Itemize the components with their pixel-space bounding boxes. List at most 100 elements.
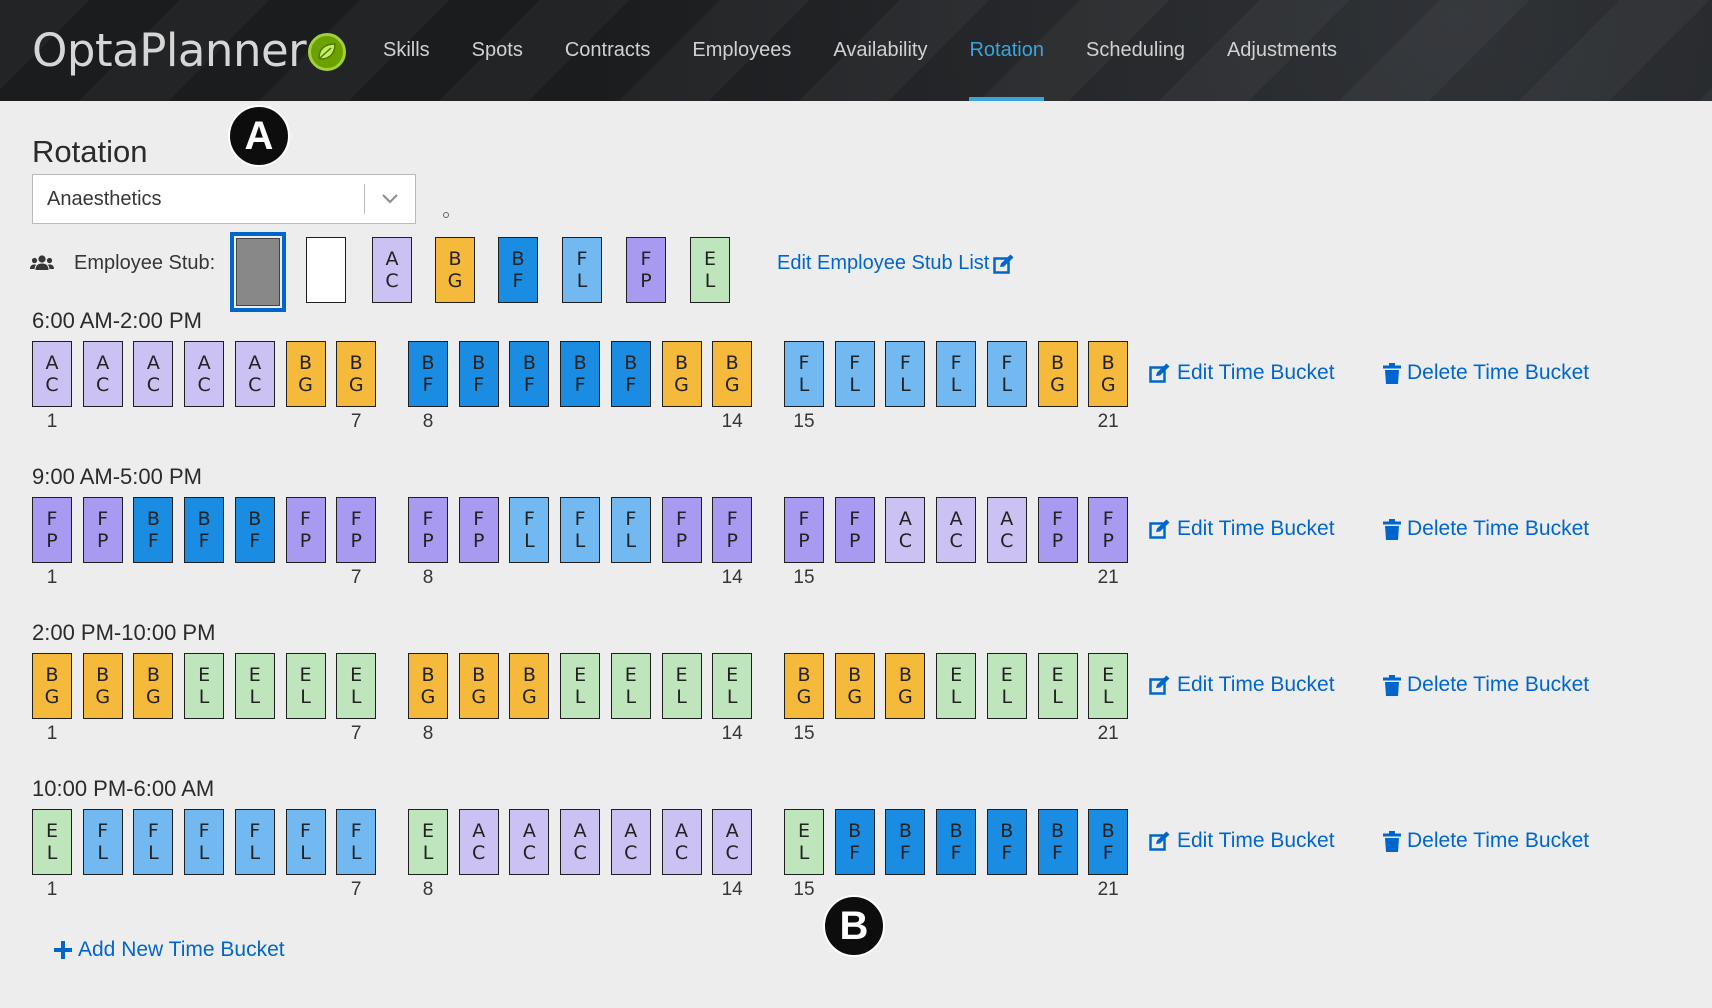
shift-chip[interactable]: AC <box>986 497 1027 563</box>
shift-chip[interactable]: BF <box>986 809 1027 875</box>
shift-chip[interactable]: BG <box>784 653 824 719</box>
shift-chip[interactable]: EL <box>336 653 377 719</box>
shift-chip[interactable]: BF <box>234 497 275 563</box>
employee-stub-chip[interactable]: FL <box>562 237 602 303</box>
shift-chip[interactable]: BG <box>285 341 326 407</box>
edit-employee-stub-list-link[interactable]: Edit Employee Stub List <box>777 252 1015 275</box>
shift-chip[interactable]: AC <box>560 809 601 875</box>
optaplanner-logo[interactable]: OptaPlanner <box>32 24 347 77</box>
spot-select[interactable]: Anaesthetics <box>32 174 416 224</box>
shift-chip[interactable]: EL <box>712 653 753 719</box>
shift-chip[interactable]: BG <box>458 653 499 719</box>
shift-chip[interactable]: BF <box>133 497 174 563</box>
shift-chip[interactable]: FL <box>509 497 550 563</box>
delete-time-bucket-button[interactable]: Delete Time Bucket <box>1383 829 1589 853</box>
shift-chip[interactable]: AC <box>885 497 926 563</box>
shift-chip[interactable]: BG <box>1088 341 1129 407</box>
shift-chip[interactable]: BF <box>1088 809 1129 875</box>
delete-time-bucket-button[interactable]: Delete Time Bucket <box>1383 673 1589 697</box>
employee-stub-chip[interactable]: FP <box>626 237 666 303</box>
shift-chip[interactable]: FP <box>784 497 824 563</box>
shift-chip[interactable]: EL <box>184 653 225 719</box>
shift-chip[interactable]: BG <box>32 653 72 719</box>
shift-chip[interactable]: EL <box>784 809 824 875</box>
shift-chip[interactable]: BF <box>509 341 550 407</box>
add-new-time-bucket-button[interactable]: Add New Time Bucket <box>54 938 285 962</box>
delete-time-bucket-button[interactable]: Delete Time Bucket <box>1383 517 1589 541</box>
shift-chip[interactable]: FL <box>133 809 174 875</box>
shift-chip[interactable]: FL <box>610 497 651 563</box>
shift-chip[interactable]: EL <box>1037 653 1078 719</box>
shift-chip[interactable]: BF <box>408 341 448 407</box>
employee-stub-chip[interactable] <box>306 237 346 303</box>
shift-chip[interactable]: AC <box>509 809 550 875</box>
shift-chip[interactable]: AC <box>82 341 123 407</box>
shift-chip[interactable]: FL <box>834 341 875 407</box>
shift-chip[interactable]: FP <box>32 497 72 563</box>
shift-chip[interactable]: BF <box>936 809 977 875</box>
shift-chip[interactable]: AC <box>184 341 225 407</box>
employee-stub-chip[interactable]: AC <box>372 237 412 303</box>
shift-chip[interactable]: AC <box>234 341 275 407</box>
employee-stub-chip[interactable]: BG <box>435 237 475 303</box>
nav-item-contracts[interactable]: Contracts <box>544 0 672 101</box>
edit-time-bucket-button[interactable]: Edit Time Bucket <box>1149 829 1335 853</box>
shift-chip[interactable]: AC <box>712 809 753 875</box>
shift-chip[interactable]: AC <box>458 809 499 875</box>
shift-chip[interactable]: FP <box>661 497 702 563</box>
shift-chip[interactable]: FP <box>408 497 448 563</box>
shift-chip[interactable]: BG <box>834 653 875 719</box>
shift-chip[interactable]: AC <box>32 341 72 407</box>
shift-chip[interactable]: BG <box>133 653 174 719</box>
shift-chip[interactable]: FL <box>936 341 977 407</box>
shift-chip[interactable]: EL <box>936 653 977 719</box>
nav-item-adjustments[interactable]: Adjustments <box>1206 0 1358 101</box>
shift-chip[interactable]: BF <box>560 341 601 407</box>
shift-chip[interactable]: FP <box>1037 497 1078 563</box>
shift-chip[interactable]: FL <box>184 809 225 875</box>
shift-chip[interactable]: FL <box>285 809 326 875</box>
shift-chip[interactable]: FP <box>834 497 875 563</box>
shift-chip[interactable]: EL <box>661 653 702 719</box>
shift-chip[interactable]: FL <box>986 341 1027 407</box>
nav-item-rotation[interactable]: Rotation <box>948 0 1065 101</box>
shift-chip[interactable]: EL <box>234 653 275 719</box>
shift-chip[interactable]: EL <box>32 809 72 875</box>
employee-stub-chip[interactable]: EL <box>690 237 730 303</box>
shift-chip[interactable]: FP <box>712 497 753 563</box>
shift-chip[interactable]: AC <box>133 341 174 407</box>
shift-chip[interactable]: FL <box>82 809 123 875</box>
shift-chip[interactable]: BG <box>712 341 753 407</box>
shift-chip[interactable]: FP <box>458 497 499 563</box>
employee-stub-chip[interactable]: BF <box>498 237 538 303</box>
chevron-down-icon[interactable] <box>365 193 415 205</box>
shift-chip[interactable]: FP <box>82 497 123 563</box>
nav-item-scheduling[interactable]: Scheduling <box>1065 0 1206 101</box>
shift-chip[interactable]: BG <box>408 653 448 719</box>
shift-chip[interactable]: EL <box>986 653 1027 719</box>
shift-chip[interactable]: FL <box>336 809 377 875</box>
nav-item-employees[interactable]: Employees <box>671 0 812 101</box>
shift-chip[interactable]: BF <box>184 497 225 563</box>
edit-time-bucket-button[interactable]: Edit Time Bucket <box>1149 673 1335 697</box>
shift-chip[interactable]: FL <box>784 341 824 407</box>
shift-chip[interactable]: EL <box>1088 653 1129 719</box>
shift-chip[interactable]: BF <box>834 809 875 875</box>
shift-chip[interactable]: BG <box>661 341 702 407</box>
shift-chip[interactable]: FL <box>560 497 601 563</box>
shift-chip[interactable]: FL <box>885 341 926 407</box>
shift-chip[interactable]: FL <box>234 809 275 875</box>
shift-chip[interactable]: BF <box>1037 809 1078 875</box>
shift-chip[interactable]: BG <box>82 653 123 719</box>
shift-chip[interactable]: FP <box>336 497 377 563</box>
shift-chip[interactable]: EL <box>560 653 601 719</box>
nav-item-availability[interactable]: Availability <box>812 0 948 101</box>
shift-chip[interactable]: BG <box>885 653 926 719</box>
employee-stub-chip[interactable] <box>230 232 286 312</box>
shift-chip[interactable]: EL <box>285 653 326 719</box>
shift-chip[interactable]: EL <box>610 653 651 719</box>
edit-time-bucket-button[interactable]: Edit Time Bucket <box>1149 361 1335 385</box>
shift-chip[interactable]: BF <box>458 341 499 407</box>
shift-chip[interactable]: BF <box>885 809 926 875</box>
delete-time-bucket-button[interactable]: Delete Time Bucket <box>1383 361 1589 385</box>
